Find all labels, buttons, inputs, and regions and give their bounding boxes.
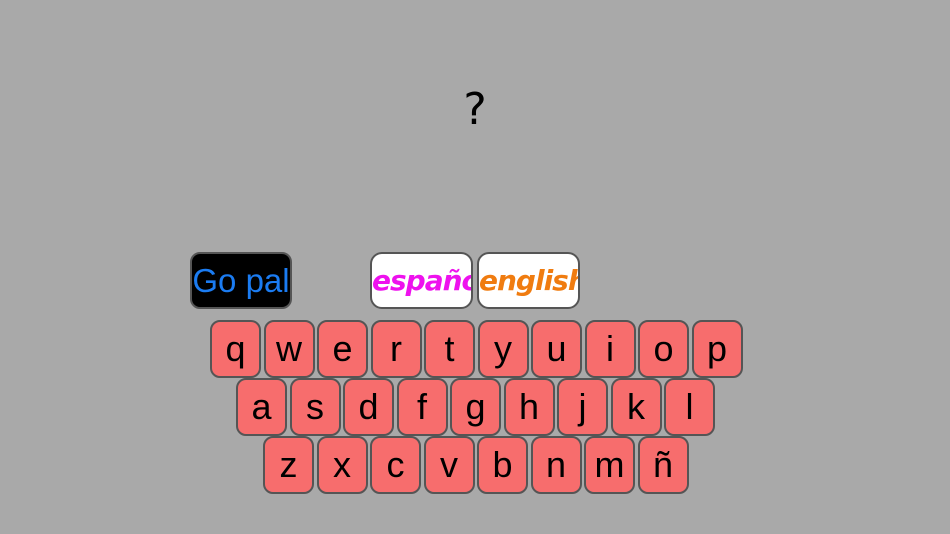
key[interactable]: i [584, 320, 636, 378]
go-pal-button[interactable]: Go pal [190, 252, 292, 309]
key[interactable]: c [370, 436, 421, 494]
spanish-language-button[interactable]: español [370, 252, 473, 309]
key[interactable]: s [289, 378, 341, 436]
key[interactable]: t [424, 320, 475, 378]
key[interactable]: m [584, 436, 635, 494]
english-language-button[interactable]: english [477, 252, 580, 309]
key[interactable]: f [396, 378, 448, 436]
key[interactable]: l [664, 378, 715, 436]
key[interactable]: a [236, 378, 287, 436]
key[interactable]: v [423, 436, 475, 494]
key[interactable]: ñ [637, 436, 689, 494]
key[interactable]: g [450, 378, 501, 436]
prompt-text: ? [463, 84, 487, 135]
key[interactable]: k [610, 378, 662, 436]
key[interactable]: q [210, 320, 261, 378]
key[interactable]: n [530, 436, 582, 494]
key[interactable]: z [263, 436, 314, 494]
key[interactable]: d [343, 378, 394, 436]
key[interactable]: x [316, 436, 368, 494]
key[interactable]: j [557, 378, 608, 436]
key[interactable]: r [370, 320, 422, 378]
key[interactable]: w [263, 320, 315, 378]
key[interactable]: u [531, 320, 582, 378]
key[interactable]: e [317, 320, 368, 378]
key[interactable]: p [691, 320, 743, 378]
key[interactable]: h [503, 378, 555, 436]
key[interactable]: b [477, 436, 528, 494]
key[interactable]: y [477, 320, 529, 378]
key[interactable]: o [638, 320, 689, 378]
